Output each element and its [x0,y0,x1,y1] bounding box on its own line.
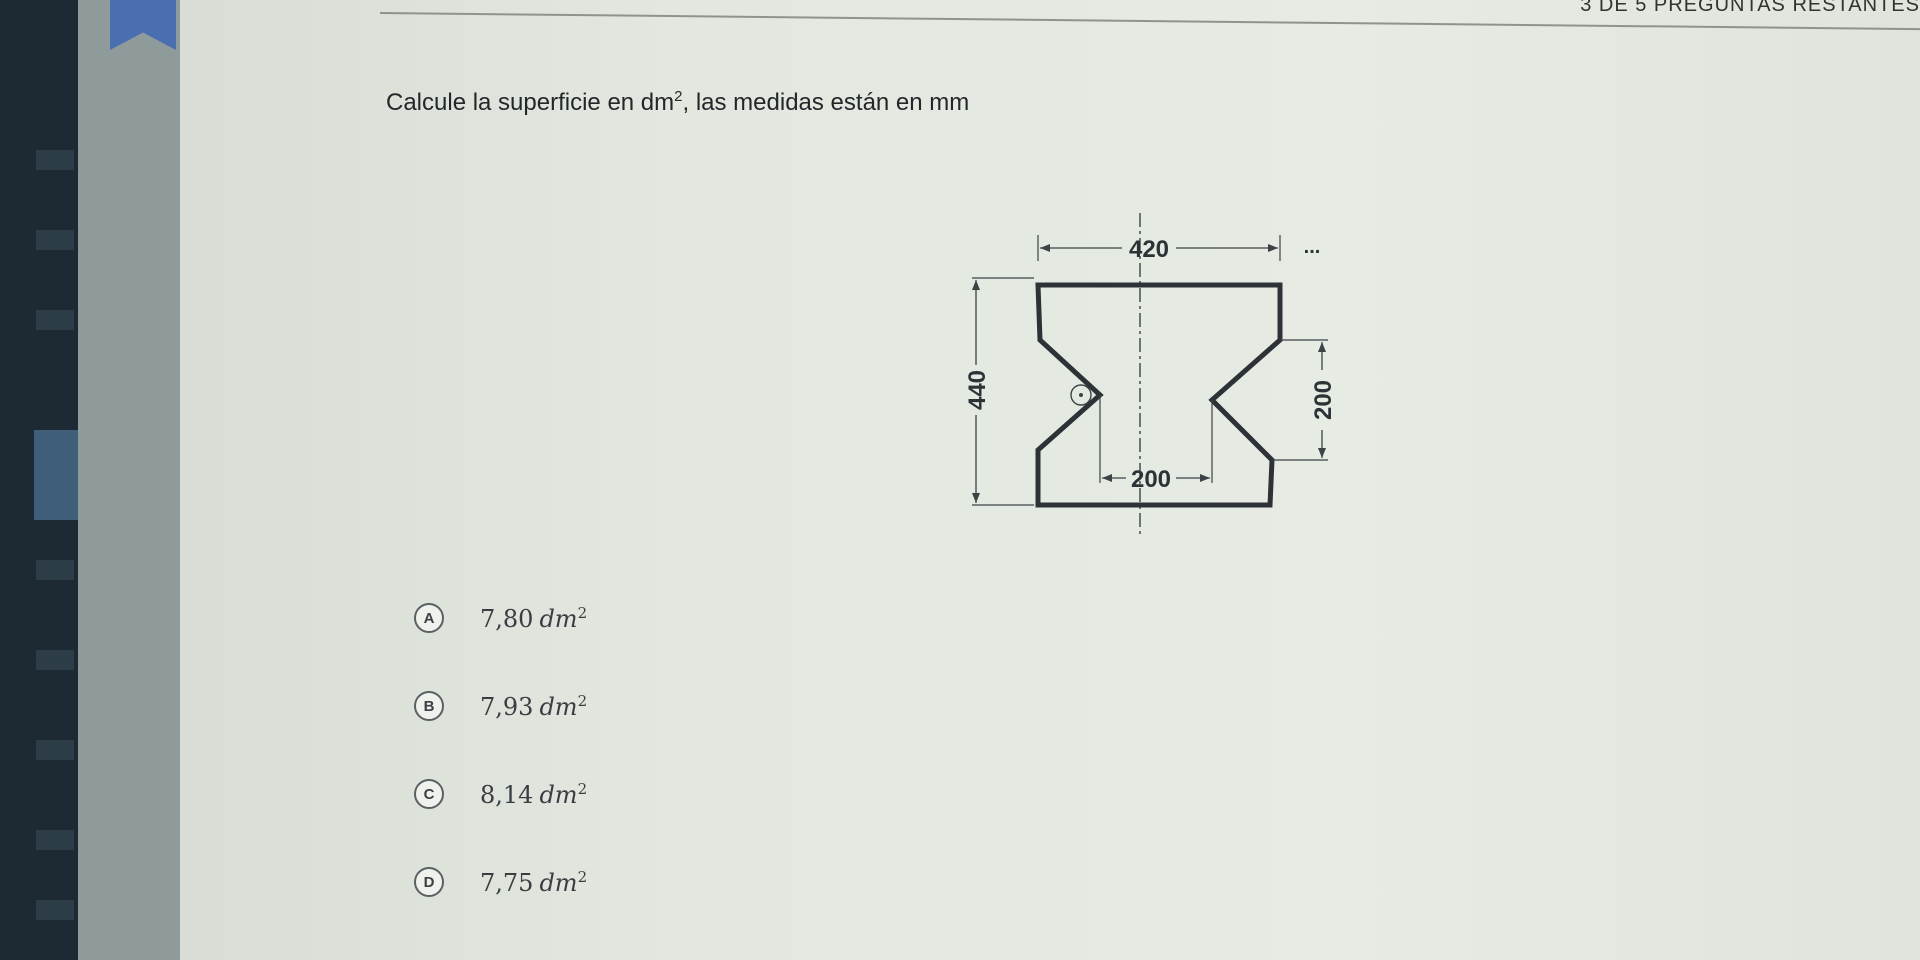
option-letter-badge[interactable]: B [414,691,444,721]
option-unit: dm [539,868,578,897]
option-b[interactable]: B 7,93 dm2 [414,686,587,726]
more-options-button[interactable]: ... [1304,236,1321,258]
option-exponent: 2 [577,603,588,622]
rail-item-active[interactable] [34,430,78,520]
rail-item[interactable] [36,560,74,580]
rail-item[interactable] [36,150,74,170]
option-value: 7,75 dm2 [480,868,587,897]
rail-item[interactable] [36,830,74,850]
rail-item[interactable] [36,650,74,670]
option-letter-badge[interactable]: D [414,867,444,897]
dim-inner-label: 200 [1131,466,1171,493]
option-d[interactable]: D 7,75 dm2 [414,862,587,902]
remaining-questions-label: 3 DE 5 PREGUNTAS RESTANTES [1580,0,1920,16]
option-exponent: 2 [577,779,588,798]
dim-top-label: 420 [1129,236,1169,263]
rail-item[interactable] [36,310,74,330]
option-unit: dm [539,692,578,721]
side-panel [78,0,180,960]
dim-left-label: 440 [964,370,991,410]
option-number: 7,80 [480,604,534,633]
option-letter-badge[interactable]: A [414,603,444,633]
quiz-screen: 3 DE 5 PREGUNTAS RESTANTES Calcule la su… [0,0,1920,960]
app-left-rail [0,0,78,960]
dim-right-label: 200 [1310,380,1337,420]
option-value: 8,14 dm2 [480,780,587,809]
option-value: 7,80 dm2 [480,604,587,633]
option-number: 8,14 [480,780,534,809]
technical-drawing: 420 ... 440 200 200 [964,213,1337,537]
rail-item[interactable] [36,230,74,250]
option-exponent: 2 [577,867,588,886]
option-letter-badge[interactable]: C [414,779,444,809]
option-value: 7,93 dm2 [480,692,587,721]
question-text-start: Calcule la superficie en dm [386,89,675,116]
answer-options: A 7,80 dm2 B 7,93 dm2 C 8,14 dm2 D 7,75 dm2 [414,598,587,902]
rail-item[interactable] [36,740,74,760]
option-c[interactable]: C 8,14 dm2 [414,774,587,814]
question-text-end: , las medidas están en mm [682,89,970,116]
option-unit: dm [539,780,578,809]
rail-item[interactable] [36,900,74,920]
option-unit: dm [539,604,578,633]
question-text: Calcule la superficie en dm2, las medida… [386,88,969,117]
option-a[interactable]: A 7,80 dm2 [414,598,587,638]
option-exponent: 2 [577,691,588,710]
option-number: 7,93 [480,692,534,721]
option-number: 7,75 [480,868,534,897]
